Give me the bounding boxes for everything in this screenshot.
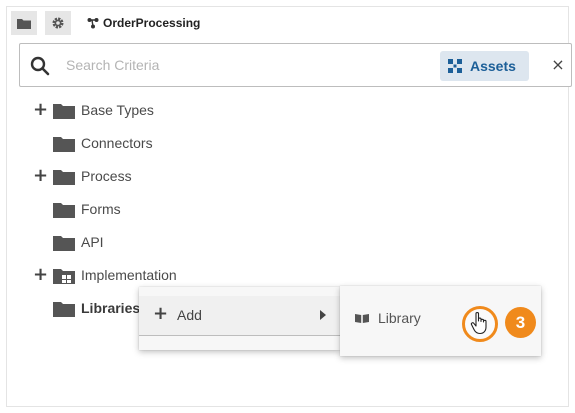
tree-item-implementation[interactable]: + Implementation — [7, 265, 307, 287]
breadcrumb-label: OrderProcessing — [103, 16, 201, 30]
step-badge: 3 — [505, 307, 536, 338]
tree-item-process[interactable]: + Process — [7, 166, 307, 188]
folder-icon — [53, 203, 75, 218]
menu-item-add[interactable]: + Add — [139, 296, 340, 336]
expand-icon[interactable]: + — [33, 167, 48, 185]
tree-item-api[interactable]: API — [7, 232, 307, 254]
tree-item-forms[interactable]: Forms — [7, 199, 307, 221]
assets-filter-button[interactable]: Assets — [440, 51, 529, 81]
search-bar: Assets × — [19, 43, 572, 87]
settings-button[interactable] — [45, 11, 71, 35]
folder-button[interactable] — [11, 11, 37, 35]
folder-icon — [53, 302, 75, 317]
assets-filter-label: Assets — [470, 58, 516, 74]
menu-item-add-label: Add — [177, 307, 202, 323]
tree-item-label: Implementation — [81, 267, 177, 283]
tree-item-label: Process — [81, 168, 132, 184]
close-icon[interactable]: × — [550, 55, 566, 74]
gear-icon — [52, 17, 64, 29]
tree-item-base-types[interactable]: + Base Types — [7, 100, 307, 122]
folder-icon — [53, 236, 75, 251]
tree-item-connectors[interactable]: Connectors — [7, 133, 307, 155]
tree-item-label: Forms — [81, 201, 121, 217]
context-menu: + Add — [139, 287, 340, 350]
tree-item-label: Libraries — [81, 300, 141, 316]
search-input[interactable] — [66, 53, 426, 77]
menu-item-library-label: Library — [378, 310, 421, 326]
breadcrumb[interactable]: OrderProcessing — [87, 16, 200, 30]
expand-icon[interactable]: + — [33, 101, 48, 119]
tree-item-label: Base Types — [81, 102, 154, 118]
implementation-folder-icon — [53, 269, 75, 284]
tree-item-label: API — [81, 234, 104, 250]
search-icon — [30, 56, 50, 76]
folder-icon — [53, 104, 75, 119]
chevron-right-icon — [320, 310, 326, 320]
hand-cursor-icon — [470, 311, 487, 335]
tree-item-label: Connectors — [81, 135, 153, 151]
book-icon — [355, 314, 369, 323]
folder-icon — [17, 18, 31, 29]
process-flow-icon — [87, 18, 99, 29]
toolbar: OrderProcessing — [7, 7, 568, 39]
assets-icon — [448, 59, 462, 73]
add-icon: + — [153, 303, 169, 324]
folder-icon — [53, 137, 75, 152]
expand-icon[interactable]: + — [33, 266, 48, 284]
folder-icon — [53, 170, 75, 185]
